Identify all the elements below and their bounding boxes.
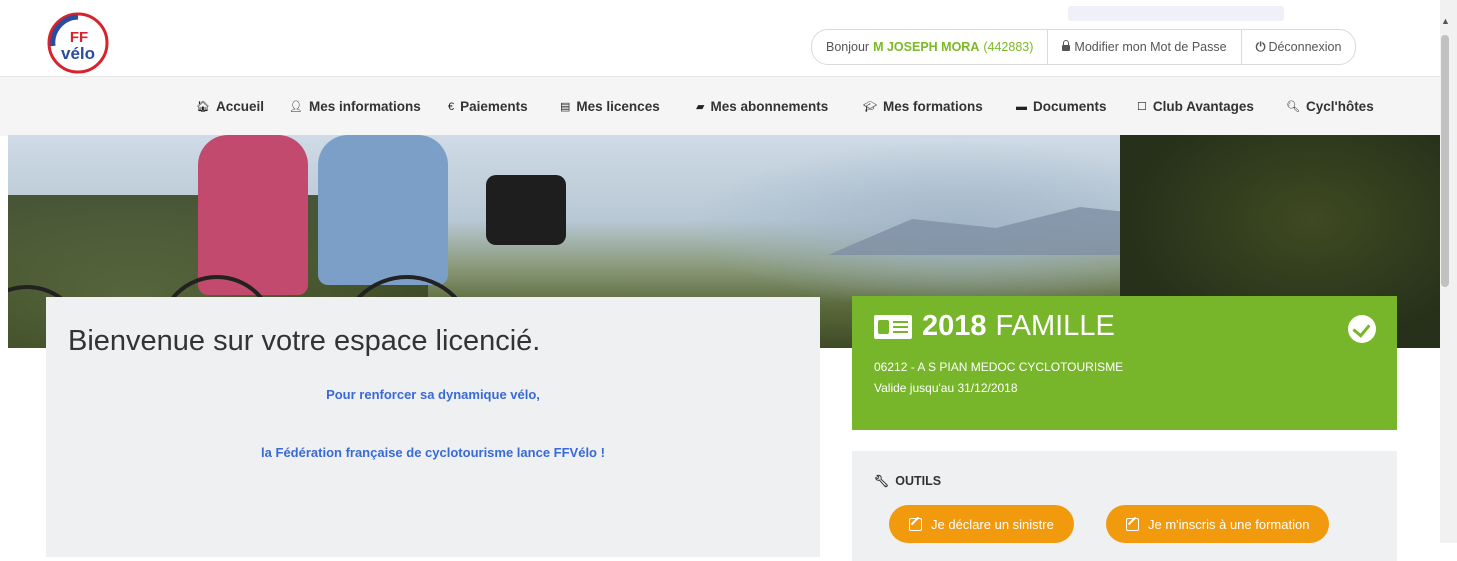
nav-label: Paiements bbox=[460, 99, 528, 114]
banner-bike-bag bbox=[486, 175, 566, 245]
nav-label: Mes licences bbox=[576, 99, 660, 114]
nav-label: Club Avantages bbox=[1152, 99, 1254, 114]
home-icon: 🏠︎ bbox=[196, 101, 210, 113]
welcome-text-line2: la Fédération française de cyclotourisme… bbox=[261, 445, 605, 460]
search-icon: 🔍︎ bbox=[1286, 101, 1300, 113]
logout-link[interactable]: ⏻ Déconnexion bbox=[1242, 30, 1356, 64]
nav-label: Documents bbox=[1033, 99, 1107, 114]
nav-label: Mes abonnements bbox=[710, 99, 829, 114]
tools-heading: 🔧︎ OUTILS bbox=[874, 474, 941, 488]
ffvelo-logo[interactable]: FF vélo bbox=[47, 12, 109, 74]
wrench-icon: 🔧︎ bbox=[874, 474, 890, 488]
license-card[interactable]: 2018 FAMILLE 06212 - A S PIAN MEDOC CYCL… bbox=[852, 296, 1397, 430]
nav-item-documents[interactable]: ▬ Documents bbox=[1016, 77, 1107, 136]
nav-item-accueil[interactable]: 🏠︎ Accueil bbox=[196, 77, 264, 136]
svg-text:vélo: vélo bbox=[61, 44, 95, 63]
welcome-title: Bienvenue sur votre espace licencié. bbox=[68, 325, 541, 357]
button-label: Je m'inscris à une formation bbox=[1148, 516, 1310, 532]
nav-item-club-avantages[interactable]: ☐ Club Avantages bbox=[1137, 77, 1254, 136]
license-club: 06212 - A S PIAN MEDOC CYCLOTOURISME bbox=[874, 360, 1124, 374]
change-password-link[interactable]: Modifier mon Mot de Passe bbox=[1048, 30, 1242, 64]
user-icon: 👤︎ bbox=[289, 101, 303, 113]
user-account-box: Bonjour M JOSEPH MORA (442883) Modifier … bbox=[811, 29, 1357, 65]
license-title: 2018 FAMILLE bbox=[874, 310, 1115, 343]
nav-item-mes-informations[interactable]: 👤︎ Mes informations bbox=[289, 77, 421, 136]
license-year: 2018 bbox=[922, 310, 987, 342]
nav-item-mes-abonnements[interactable]: ▰ Mes abonnements bbox=[696, 77, 828, 136]
edit-icon bbox=[909, 517, 922, 531]
greeting: Bonjour M JOSEPH MORA (442883) bbox=[812, 30, 1049, 64]
tools-panel: 🔧︎ OUTILS Je déclare un sinistre Je m'in… bbox=[852, 451, 1397, 561]
banner-cyclist bbox=[198, 135, 308, 295]
scroll-up-arrow-icon[interactable]: ▲ bbox=[1441, 16, 1450, 26]
edit-icon bbox=[1126, 517, 1139, 531]
logout-label: Déconnexion bbox=[1268, 40, 1342, 54]
main-nav: 🏠︎ Accueil 👤︎ Mes informations € Paiemen… bbox=[0, 76, 1440, 136]
change-password-label: Modifier mon Mot de Passe bbox=[1074, 40, 1227, 54]
nav-label: Accueil bbox=[215, 99, 264, 114]
declare-claim-button[interactable]: Je déclare un sinistre bbox=[889, 505, 1074, 543]
faded-header-tab bbox=[1068, 6, 1284, 21]
square-icon: ☐ bbox=[1137, 101, 1147, 113]
button-label: Je déclare un sinistre bbox=[931, 516, 1054, 532]
nav-item-cyclhotes[interactable]: 🔍︎ Cycl'hôtes bbox=[1286, 77, 1374, 136]
lock-icon bbox=[1062, 40, 1071, 51]
banner-cyclist bbox=[318, 135, 448, 285]
power-icon: ⏻ bbox=[1255, 39, 1266, 54]
register-training-button[interactable]: Je m'inscris à une formation bbox=[1106, 505, 1330, 543]
user-name: M JOSEPH MORA bbox=[873, 40, 980, 54]
nav-item-mes-licences[interactable]: ▤ Mes licences bbox=[560, 77, 660, 136]
nav-label: Mes informations bbox=[308, 99, 421, 114]
check-circle-icon bbox=[1348, 315, 1376, 343]
nav-item-paiements[interactable]: € Paiements bbox=[448, 77, 528, 136]
license-type: FAMILLE bbox=[995, 310, 1115, 342]
graduation-cap-icon: 🎓︎ bbox=[863, 101, 877, 113]
nav-label: Cycl'hôtes bbox=[1305, 99, 1374, 114]
id-card-icon bbox=[874, 314, 912, 339]
euro-icon: € bbox=[448, 100, 455, 113]
folder-icon: ▬ bbox=[1016, 100, 1027, 113]
id-card-icon: ▤ bbox=[560, 101, 571, 113]
tools-heading-label: OUTILS bbox=[895, 474, 942, 488]
nav-item-mes-formations[interactable]: 🎓︎ Mes formations bbox=[863, 77, 983, 136]
top-header: FF vélo Bonjour M JOSEPH MORA (442883) M… bbox=[0, 0, 1440, 76]
nav-label: Mes formations bbox=[882, 99, 983, 114]
welcome-text-line1: Pour renforcer sa dynamique vélo, bbox=[326, 387, 540, 402]
book-icon: ▰ bbox=[696, 101, 705, 113]
license-validity: Valide jusqu'au 31/12/2018 bbox=[874, 381, 1018, 395]
user-id: (442883) bbox=[983, 40, 1034, 54]
scrollbar-thumb[interactable] bbox=[1441, 35, 1449, 287]
greeting-prefix: Bonjour bbox=[826, 40, 870, 54]
welcome-card: Bienvenue sur votre espace licencié. Pou… bbox=[46, 297, 820, 557]
